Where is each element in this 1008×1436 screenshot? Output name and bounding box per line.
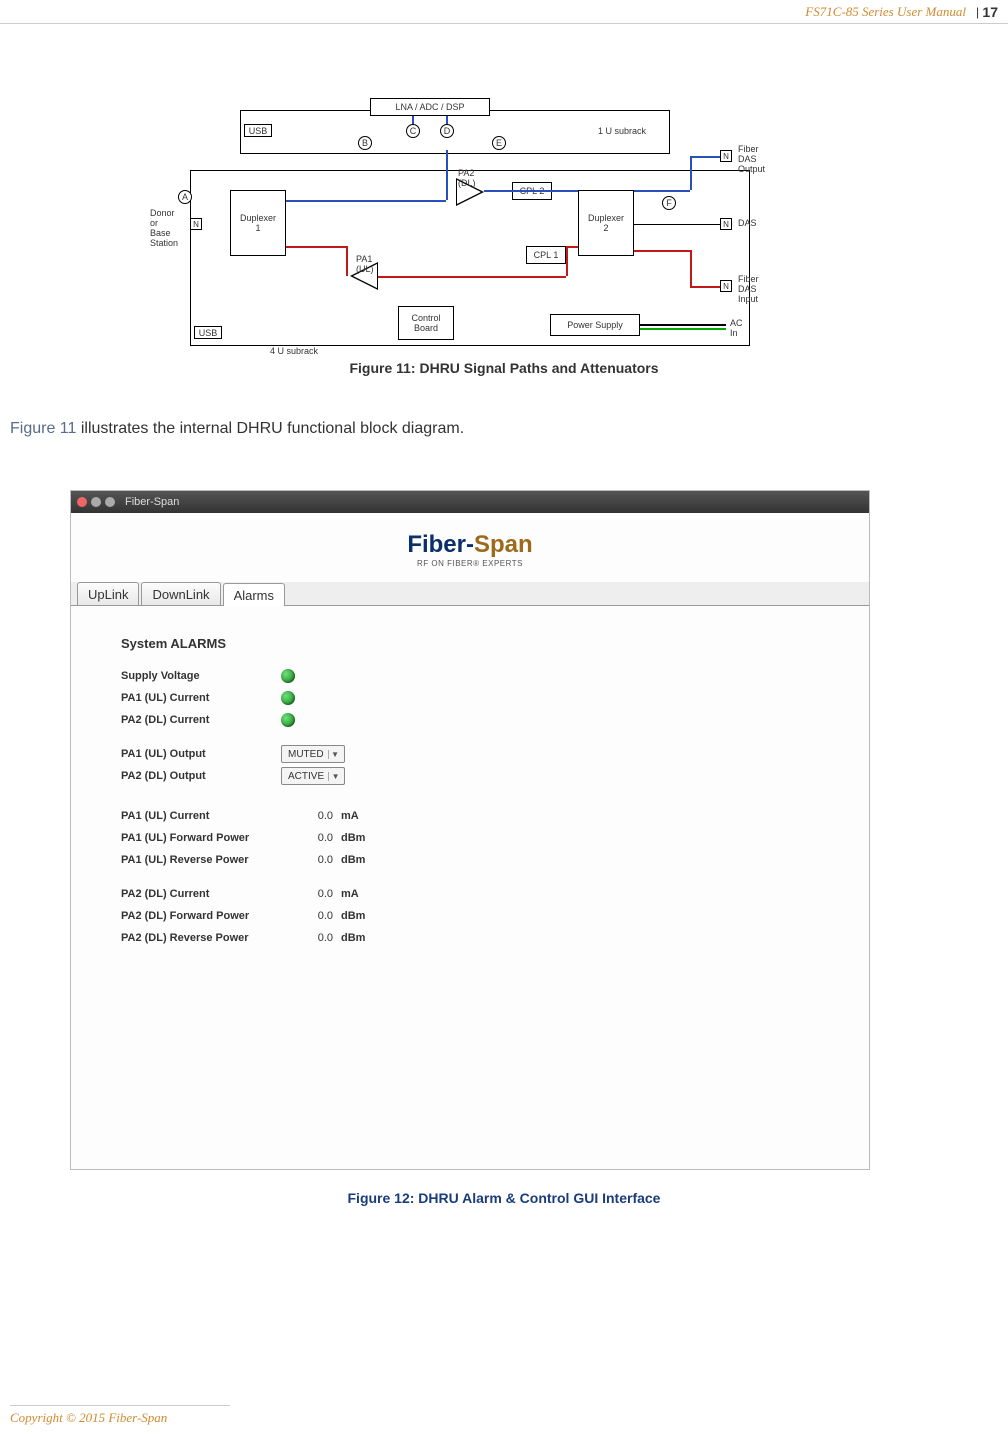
output-label: PA2 (DL) Output [121, 770, 281, 782]
readout-row: PA1 (UL) Reverse Power 0.0 dBm [121, 849, 819, 871]
readout-unit: dBm [341, 854, 381, 866]
output-select-pa2[interactable]: ACTIVE ▼ [281, 767, 345, 785]
window-title: Fiber-Span [125, 496, 179, 508]
alarm-row: PA2 (DL) Current [121, 709, 819, 731]
section-title: System ALARMS [121, 636, 819, 651]
node-b: B [358, 136, 372, 150]
alarm-row: Supply Voltage [121, 665, 819, 687]
led-icon [281, 669, 295, 683]
logo-area: Fiber-Span RF ON FIBER® EXPERTS [71, 513, 869, 582]
led-icon [281, 713, 295, 727]
logo-part-b: Span [474, 531, 533, 558]
output-label: PA1 (UL) Output [121, 748, 281, 760]
doc-title: FS71C-85 Series User Manual [805, 4, 966, 20]
alarm-label: Supply Voltage [121, 670, 281, 682]
maximize-icon[interactable] [105, 497, 115, 507]
figure-11-diagram: LNA / ADC / DSP USB 1 U subrack B C D E … [230, 90, 790, 350]
readout-value: 0.0 [281, 854, 341, 866]
port-usb-bottom: USB [194, 326, 222, 339]
close-icon[interactable] [77, 497, 87, 507]
port-n-das: N [720, 218, 732, 230]
minimize-icon[interactable] [91, 497, 101, 507]
readout-label: PA1 (UL) Current [121, 810, 281, 822]
label-acin: AC In [730, 318, 743, 338]
node-c: C [406, 124, 420, 138]
select-value: MUTED [288, 749, 324, 760]
readout-unit: dBm [341, 832, 381, 844]
readout-row: PA2 (DL) Forward Power 0.0 dBm [121, 905, 819, 927]
tab-bar: UpLink DownLink Alarms [71, 582, 869, 606]
alarm-label: PA1 (UL) Current [121, 692, 281, 704]
figure-12-caption: Figure 12: DHRU Alarm & Control GUI Inte… [0, 1190, 1008, 1206]
label-pa2: PA2 (DL) [458, 168, 476, 188]
label-das: DAS [738, 218, 757, 228]
readout-value: 0.0 [281, 832, 341, 844]
body-text-rest: illustrates the internal DHRU functional… [76, 420, 464, 437]
readout-unit: dBm [341, 932, 381, 944]
readout-label: PA2 (DL) Forward Power [121, 910, 281, 922]
readout-value: 0.0 [281, 888, 341, 900]
readout-row: PA2 (DL) Reverse Power 0.0 dBm [121, 927, 819, 949]
window-titlebar: Fiber-Span [71, 491, 869, 513]
node-d: D [440, 124, 454, 138]
chevron-down-icon: ▼ [328, 772, 342, 781]
block-lna: LNA / ADC / DSP [370, 98, 490, 116]
port-usb-top: USB [244, 124, 272, 137]
readout-unit: dBm [341, 910, 381, 922]
output-select-pa1[interactable]: MUTED ▼ [281, 745, 345, 763]
figure-ref: Figure 11 [10, 420, 76, 437]
figure-12-gui: Fiber-Span Fiber-Span RF ON FIBER® EXPER… [70, 490, 870, 1170]
tab-downlink[interactable]: DownLink [141, 582, 220, 605]
label-fiber-out: Fiber DAS Output [738, 144, 765, 174]
alarm-label: PA2 (DL) Current [121, 714, 281, 726]
readout-label: PA1 (UL) Reverse Power [121, 854, 281, 866]
readout-row: PA1 (UL) Forward Power 0.0 dBm [121, 827, 819, 849]
readout-unit: mA [341, 888, 381, 900]
tab-content: System ALARMS Supply Voltage PA1 (UL) Cu… [71, 606, 869, 979]
block-control: Control Board [398, 306, 454, 340]
logo-part-a: Fiber- [407, 531, 474, 558]
label-fiber-in: Fiber DAS Input [738, 274, 759, 304]
block-duplexer1: Duplexer 1 [230, 190, 286, 256]
led-icon [281, 691, 295, 705]
readout-label: PA2 (DL) Reverse Power [121, 932, 281, 944]
readout-value: 0.0 [281, 932, 341, 944]
port-n-fiberout: N [720, 150, 732, 162]
readout-row: PA2 (DL) Current 0.0 mA [121, 883, 819, 905]
block-cpl1: CPL 1 [526, 246, 566, 264]
label-1u: 1 U subrack [598, 126, 646, 136]
alarm-row: PA1 (UL) Current [121, 687, 819, 709]
output-row: PA1 (UL) Output MUTED ▼ [121, 743, 819, 765]
readout-unit: mA [341, 810, 381, 822]
copyright-footer: Copyright © 2015 Fiber-Span [10, 1405, 230, 1426]
label-4u: 4 U subrack [270, 346, 318, 356]
select-value: ACTIVE [288, 771, 324, 782]
tab-alarms[interactable]: Alarms [223, 583, 285, 606]
readout-value: 0.0 [281, 810, 341, 822]
readout-value: 0.0 [281, 910, 341, 922]
page-header: FS71C-85 Series User Manual | 17 [0, 0, 1008, 24]
page-number: 17 [982, 4, 998, 20]
port-n-left: N [190, 218, 202, 230]
node-e: E [492, 136, 506, 150]
figure-11-caption: Figure 11: DHRU Signal Paths and Attenua… [0, 360, 1008, 376]
logo-tagline: RF ON FIBER® EXPERTS [71, 559, 869, 568]
label-pa1: PA1 (UL) [356, 254, 374, 274]
port-n-fiberin: N [720, 280, 732, 292]
node-a: A [178, 190, 192, 204]
output-row: PA2 (DL) Output ACTIVE ▼ [121, 765, 819, 787]
chevron-down-icon: ▼ [328, 750, 342, 759]
readout-row: PA1 (UL) Current 0.0 mA [121, 805, 819, 827]
tab-uplink[interactable]: UpLink [77, 582, 139, 605]
readout-label: PA1 (UL) Forward Power [121, 832, 281, 844]
body-paragraph: Figure 11 illustrates the internal DHRU … [0, 420, 474, 438]
block-psu: Power Supply [550, 314, 640, 336]
readout-label: PA2 (DL) Current [121, 888, 281, 900]
block-duplexer2: Duplexer 2 [578, 190, 634, 256]
label-donor: Donor or Base Station [150, 208, 178, 248]
node-f: F [662, 196, 676, 210]
